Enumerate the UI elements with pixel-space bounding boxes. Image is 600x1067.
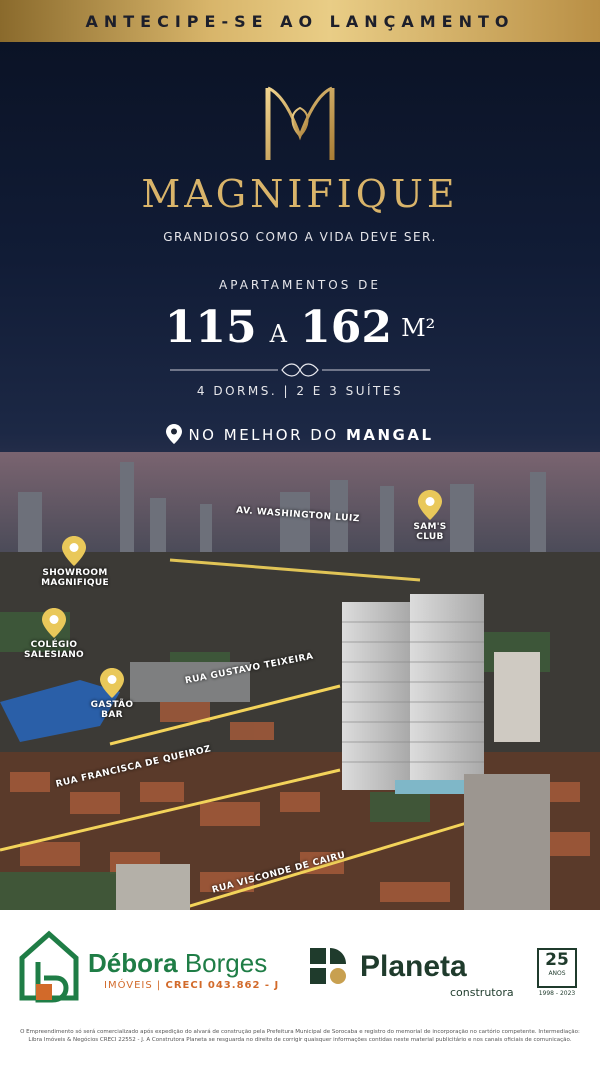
size-range: 115 A 162 M² xyxy=(0,302,600,353)
builder-subtitle: construtora xyxy=(450,986,514,999)
map-pin-icon xyxy=(100,668,124,698)
size-unit: M² xyxy=(401,313,436,342)
broker-last-name: Borges xyxy=(184,948,268,978)
builder-name: Planeta xyxy=(360,950,467,983)
anniversary-number: 25 xyxy=(545,950,569,970)
brand-name: MAGNIFIQUE xyxy=(141,172,459,216)
launch-banner: ANTECIPE-SE AO LANÇAMENTO xyxy=(0,0,600,42)
pin-label-showroom: SHOWROOM MAGNIFIQUE xyxy=(38,568,112,588)
broker-name: Débora Borges xyxy=(88,948,267,979)
pin-label-line: SHOWROOM xyxy=(42,568,108,578)
size-to: 162 xyxy=(300,302,392,353)
pin-label-line: COLÉGIO xyxy=(30,640,78,650)
legal-disclaimer: O Empreendimento só será comercializado … xyxy=(20,1029,580,1043)
dorms-info: 4 DORMS. | 2 E 3 SUÍTES xyxy=(196,384,404,398)
map-pin-icon xyxy=(62,536,86,566)
broker-first-name: Débora xyxy=(88,948,178,978)
pin-label-line: BAR xyxy=(101,710,123,720)
size-joiner: A xyxy=(269,320,288,348)
pin-label-line: SALESIANO xyxy=(23,650,84,660)
anniversary-label: ANOS xyxy=(548,970,566,977)
map-pin-icon xyxy=(42,608,66,638)
location-prefix: NO MELHOR DO xyxy=(188,426,339,444)
location-line: NO MELHOR DO MANGAL xyxy=(0,424,600,444)
brand-tagline: GRANDIOSO COMO A VIDA DEVE SER. xyxy=(163,230,437,244)
broker-creci: CRECI 043.862 - J xyxy=(165,980,280,991)
pin-label-colegio: COLÉGIO SALESIANO xyxy=(20,640,88,660)
broker-subtitle: IMÓVEIS | CRECI 043.862 - J xyxy=(104,980,279,991)
pin-label-line: MAGNIFIQUE xyxy=(41,578,109,588)
map-pin-icon xyxy=(418,490,442,520)
apartments-label: APARTAMENTOS DE xyxy=(219,278,381,292)
size-from: 115 xyxy=(164,302,257,353)
hero-section: MAGNIFIQUE GRANDIOSO COMO A VIDA DEVE SE… xyxy=(0,42,600,910)
pin-label-line: SAM'S xyxy=(413,522,447,532)
pin-label-line: CLUB xyxy=(416,532,444,542)
pin-label-sams: SAM'S CLUB xyxy=(404,522,456,542)
debora-borges-logo-icon xyxy=(19,930,79,1003)
pin-label-gastao: GASTÃO BAR xyxy=(84,700,140,720)
ornament-divider-icon xyxy=(170,363,430,377)
broker-type: IMÓVEIS xyxy=(104,980,153,991)
location-pin-icon xyxy=(166,424,183,444)
planeta-logo-icon xyxy=(310,948,346,984)
anniversary-years: 1998 - 2023 xyxy=(538,990,576,997)
footer: Débora Borges IMÓVEIS | CRECI 043.862 - … xyxy=(0,910,600,1067)
city-aerial-illustration xyxy=(0,452,600,910)
magnifique-monogram-icon xyxy=(265,86,335,161)
location-highlight: MANGAL xyxy=(345,426,434,444)
banner-text: ANTECIPE-SE AO LANÇAMENTO xyxy=(85,11,515,31)
broker-separator: | xyxy=(156,980,162,991)
pin-label-line: GASTÃO xyxy=(90,700,134,710)
